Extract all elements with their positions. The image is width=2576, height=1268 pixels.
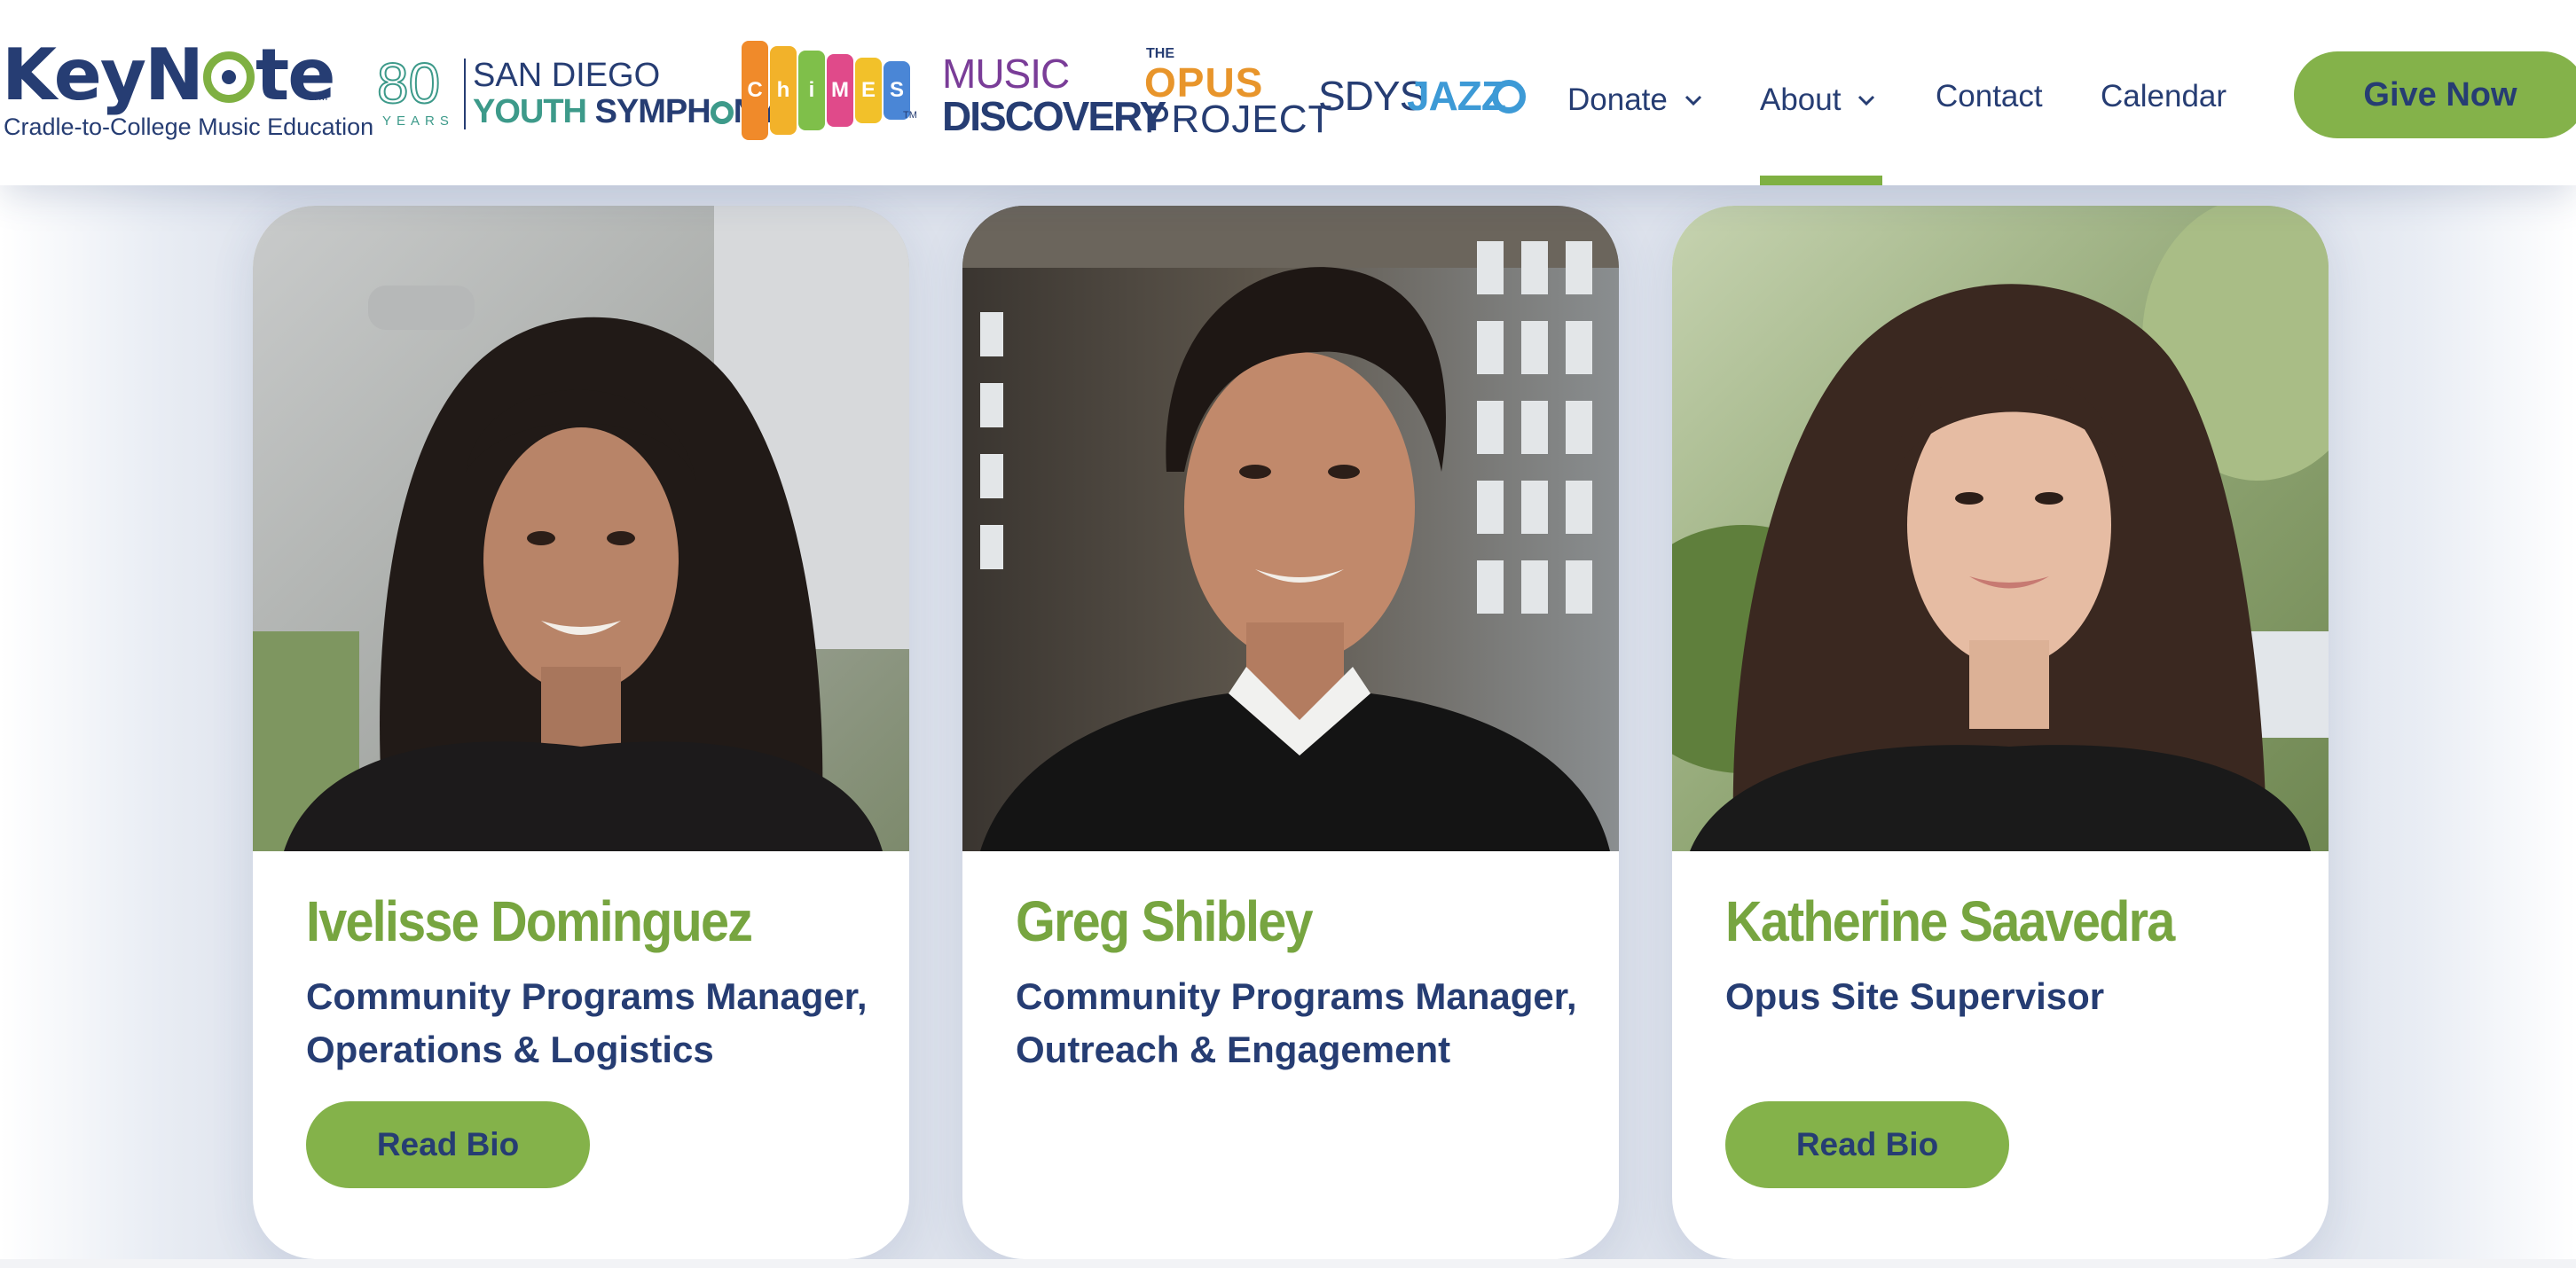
nav-about[interactable]: About xyxy=(1760,73,1876,121)
music-discovery-line-1: MUSIC xyxy=(942,51,1070,97)
nav-donate[interactable]: Donate xyxy=(1567,73,1703,121)
active-nav-indicator xyxy=(1760,176,1882,185)
san-diego-youth-symphony-logo[interactable]: 80 YEARS SAN DIEGO YOUTH SYMPHNY xyxy=(376,51,779,135)
chevron-down-icon xyxy=(1857,73,1876,121)
nav-calendar[interactable]: Calendar xyxy=(2101,73,2227,121)
nav-contact[interactable]: Contact xyxy=(1936,73,2043,121)
give-now-button[interactable]: Give Now xyxy=(2294,51,2576,138)
chime-bar: C xyxy=(742,41,768,140)
nav-about-label: About xyxy=(1760,82,1842,117)
site-header: KeyN te TM Cradle-to-College Music Educat… xyxy=(0,0,2576,185)
chimes-logo[interactable]: C h i M E S TM xyxy=(742,41,919,140)
trademark-mark: TM xyxy=(903,110,917,121)
staff-photo xyxy=(1672,206,2329,851)
anniversary-number: 80 xyxy=(376,51,441,116)
keynote-logo[interactable]: KeyN te TM Cradle-to-College Music Educat… xyxy=(2,35,373,151)
staff-card: Greg Shibley Community Programs Manager,… xyxy=(962,206,1619,1259)
music-note-icon xyxy=(202,51,255,103)
chime-bar: E xyxy=(855,58,882,123)
opus-project-logo[interactable]: THE OPUS PROJECT xyxy=(1144,46,1331,144)
chime-bar: h xyxy=(770,46,797,135)
anniversary-label: YEARS xyxy=(382,113,454,129)
nav-donate-label: Donate xyxy=(1567,82,1668,117)
jazz-logo-jazz: JAZZ xyxy=(1407,73,1506,119)
staff-role: Opus Site Supervisor xyxy=(1725,975,2105,1017)
chime-bar: M xyxy=(827,54,853,127)
staff-card: Katherine Saavedra Opus Site Supervisor … xyxy=(1672,206,2329,1259)
read-bio-button[interactable]: Read Bio xyxy=(1725,1101,2009,1188)
chevron-down-icon xyxy=(1684,73,1703,121)
staff-name: Ivelisse Dominguez xyxy=(306,889,753,953)
music-discovery-logo[interactable]: MUSIC DISCOVERY xyxy=(942,51,1166,140)
read-bio-button[interactable]: Read Bio xyxy=(306,1101,590,1188)
project-word: PROJECT xyxy=(1144,98,1333,141)
staff-name: Katherine Saavedra xyxy=(1725,889,2175,953)
staff-photo xyxy=(253,206,909,851)
staff-card: Ivelisse Dominguez Community Programs Ma… xyxy=(253,206,909,1259)
trademark-mark: TM xyxy=(312,90,328,103)
staff-photo xyxy=(962,206,1619,851)
staff-name: Greg Shibley xyxy=(1016,889,1314,953)
logo-divider xyxy=(464,59,466,129)
section-bottom-edge xyxy=(0,1259,2576,1268)
sdys-line-2: YOUTH SYMPHNY xyxy=(473,93,779,131)
music-discovery-line-2: DISCOVERY xyxy=(942,93,1166,139)
keynote-tagline: Cradle-to-College Music Education xyxy=(4,113,374,140)
ring-icon xyxy=(1492,80,1526,113)
keynote-wordmark: KeyN te xyxy=(2,34,335,116)
chime-bar: i xyxy=(798,51,825,130)
staff-role: Community Programs Manager, Operations &… xyxy=(306,975,868,1070)
sdys-jazz-logo[interactable]: SDYS JAZZ xyxy=(1318,73,1528,122)
sdys-line-1: SAN DIEGO xyxy=(473,57,661,94)
ring-icon xyxy=(710,101,734,124)
staff-role: Community Programs Manager, Outreach & E… xyxy=(1016,975,1577,1070)
